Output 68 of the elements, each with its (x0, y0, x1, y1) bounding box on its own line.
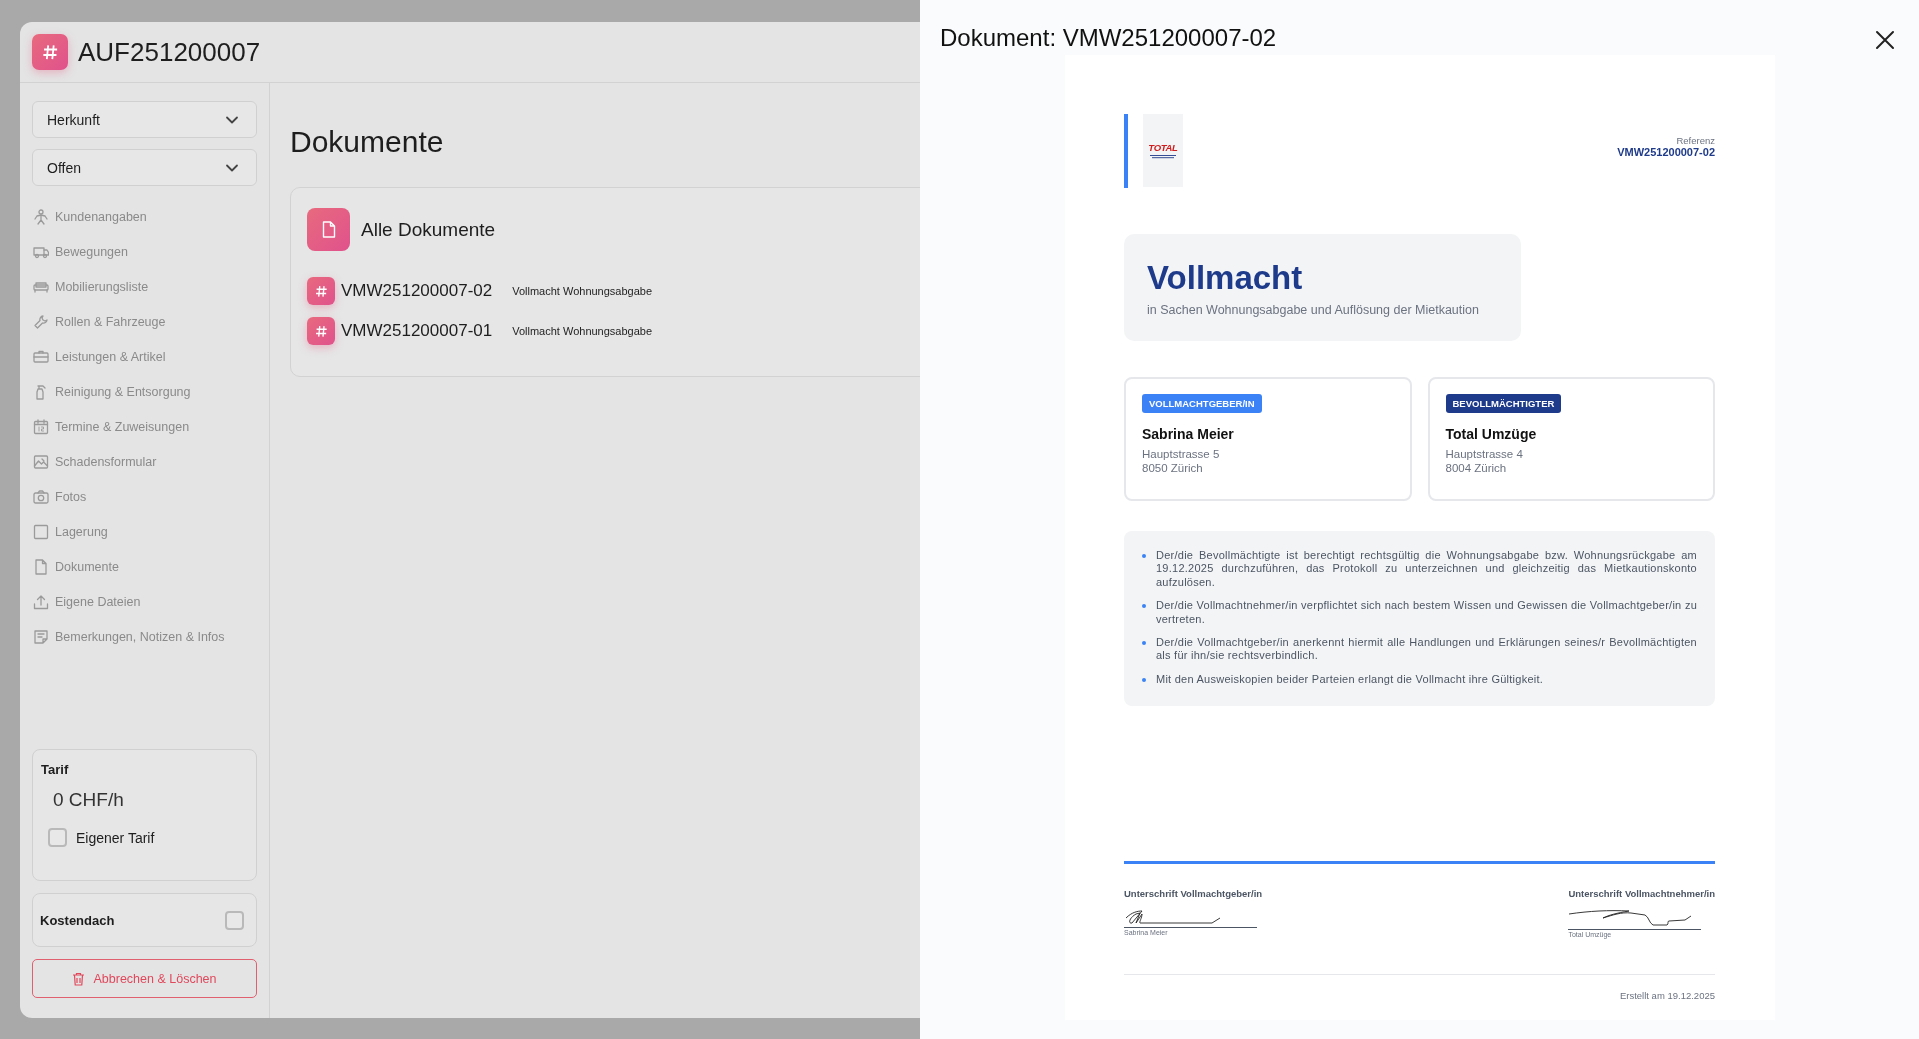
bullet-icon (1142, 554, 1146, 558)
document-icon (33, 558, 49, 575)
document-row[interactable]: VMW251200007-01 Vollmacht Wohnungsabgabe (307, 311, 653, 351)
signature-label: Unterschrift Vollmachtgeber/in (1124, 888, 1263, 900)
sidebar-item[interactable]: Mobilierungsliste (32, 269, 257, 304)
sidebar-item[interactable]: Dokumente (32, 549, 257, 584)
hash-icon (307, 317, 335, 345)
camera-icon (33, 488, 49, 505)
close-icon[interactable] (1873, 28, 1897, 52)
clause-text: Der/die Vollmachtnehmer/in verpflichtet sich nach bestem Wissen und Gewissen die Vollmachtgeber/in zu vertreten. (1156, 599, 1697, 627)
sidebar-item[interactable]: Reinigung & Entsorgung (32, 374, 257, 409)
checkbox-label: Eigener Tarif (76, 829, 155, 846)
checkbox-label: Kostendach (40, 912, 115, 928)
select-field[interactable]: Offen (32, 149, 257, 186)
city-address: 8050 Zürich (1142, 461, 1204, 476)
bullet-icon (1142, 677, 1146, 682)
calendar-icon (33, 418, 49, 435)
bullet-icon (1142, 641, 1146, 646)
reference-label: Referenz (1675, 135, 1715, 146)
role-tag: VOLLMACHTGEBER/IN (1142, 394, 1262, 413)
note-icon (33, 628, 49, 645)
company-logo: TOTAL (1143, 114, 1183, 187)
sidebar-item[interactable]: Lagerung (32, 514, 257, 549)
street-address: Hauptstrasse 5 (1142, 448, 1221, 462)
checkbox[interactable] (48, 828, 67, 847)
sidebar-item[interactable]: Rollen & Fahrzeuge (32, 304, 257, 339)
bullet-icon (1142, 604, 1146, 609)
drawer-title: Dokument: VMW251200007-02 (940, 24, 1277, 52)
hash-icon (307, 277, 335, 305)
party-name: Total Umzüge (1445, 426, 1538, 442)
sidebar-item[interactable]: Eigene Dateien (32, 584, 257, 619)
wrench-icon (33, 313, 49, 330)
upload-icon (33, 593, 49, 610)
group-title: Alle Dokumente (361, 218, 496, 241)
clause-text: Der/die Vollmachtgeber/in anerkennt hiermit alle Handlungen und Erklärungen seines/r Bevollmächtigten als für ihn/sie rechtsverbindlich. (1156, 636, 1697, 663)
hash-icon (32, 34, 68, 70)
clause-text: Der/die Bevollmächtigte ist berechtigt rechtsgültig die Wohnungsabgabe bzw. Wohnungsrückgabe am 19.12.2025 durchzuführen, das Protokoll zu unterzeichnen und gleichzeitig das Mietkautionskonto aufzulösen. (1156, 549, 1697, 590)
page-heading: Dokumente (290, 125, 444, 159)
sidebar-item[interactable]: Bewegungen (32, 234, 257, 269)
person-icon (33, 208, 49, 225)
cancel-delete-button[interactable]: Abbrechen & Löschen (32, 959, 257, 998)
sidebar-item[interactable]: Termine & Zuweisungen (32, 409, 257, 444)
rate-value: 0 CHF/h (53, 789, 125, 811)
card-title: Tarif (41, 762, 70, 777)
sidebar-item[interactable]: Leistungen & Artikel (32, 339, 257, 374)
checkbox[interactable] (225, 910, 244, 930)
sidebar-item[interactable]: Kundenangaben (32, 199, 257, 234)
sidebar-item[interactable]: Schadensformular (32, 444, 257, 479)
order-title: AUF251200007 (78, 36, 261, 68)
party-name: Sabrina Meier (1142, 426, 1235, 442)
briefcase-icon (33, 348, 49, 365)
document-title: Vollmacht (1147, 261, 1304, 296)
clause-text: Mit den Ausweiskopien beider Parteien erlangt die Vollmacht ihre Gültigkeit. (1156, 672, 1544, 687)
reference-number: VMW251200007-02 (1617, 146, 1715, 158)
square-icon (33, 523, 49, 540)
image-icon (33, 453, 49, 470)
sidebar-item[interactable]: Fotos (32, 479, 257, 514)
document-subtitle: in Sachen Wohnungsabgabe und Auflösung der Mietkaution (1147, 302, 1480, 317)
select-field[interactable]: Herkunft (32, 101, 257, 138)
sidebar-item[interactable]: Bemerkungen, Notizen & Infos (32, 619, 257, 654)
role-tag: BEVOLLMÄCHTIGTER (1445, 394, 1562, 413)
city-address: 8004 Zürich (1445, 461, 1508, 476)
trash-icon (72, 971, 86, 986)
created-date: Erstellt am 19.12.2025 (1619, 990, 1715, 1002)
street-address: Hauptstrasse 4 (1445, 448, 1524, 462)
signature-label: Unterschrift Vollmachtnehmer/in (1568, 888, 1715, 900)
document-row[interactable]: VMW251200007-02 Vollmacht Wohnungsabgabe (307, 271, 653, 311)
document-icon (307, 208, 350, 251)
